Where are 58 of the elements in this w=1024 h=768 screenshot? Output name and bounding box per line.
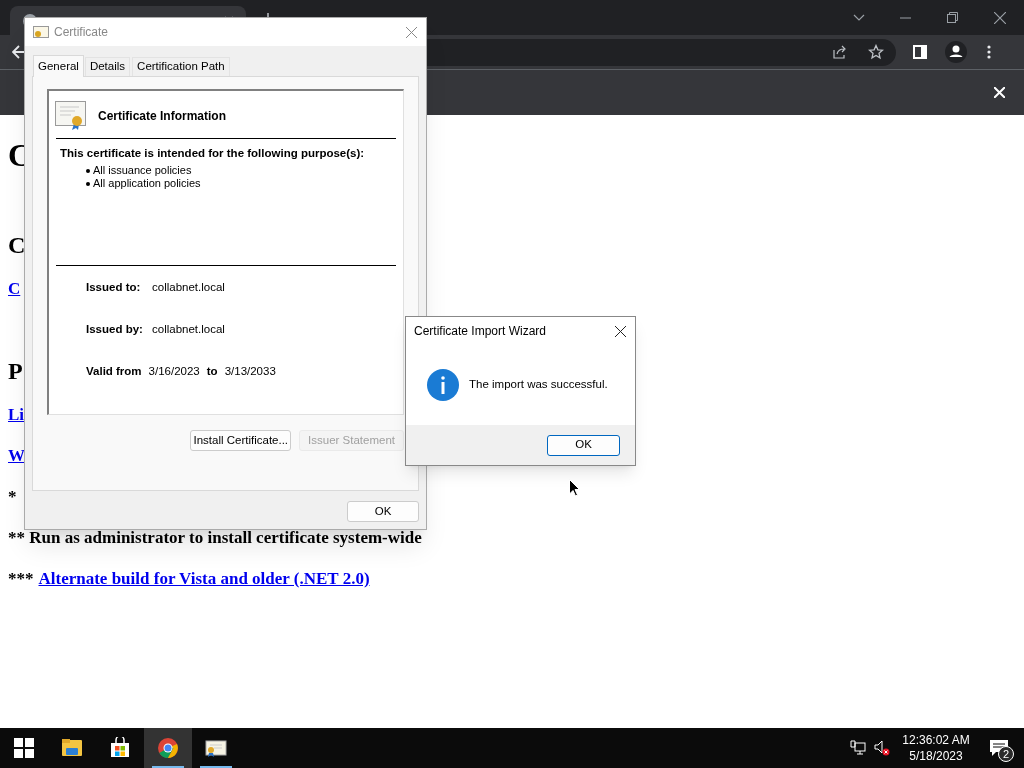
tab[interactable]: General: [33, 55, 84, 77]
close-icon[interactable]: [994, 11, 1006, 24]
message-text: The import was successful.: [469, 377, 608, 393]
tab[interactable]: Details: [84, 57, 131, 76]
network-icon[interactable]: [850, 740, 866, 756]
purpose-item: All application policies: [93, 177, 201, 191]
certificate-icon[interactable]: [205, 737, 227, 759]
bullet-icon: [86, 181, 90, 186]
certificate-icon: [33, 25, 49, 39]
ok-button[interactable]: OK: [547, 434, 620, 456]
window-title: Certificate Import Wizard: [414, 323, 548, 340]
star-icon[interactable]: [868, 44, 884, 60]
tab[interactable]: Certification Path: [132, 57, 230, 76]
chrome-icon[interactable]: [157, 737, 179, 759]
purpose-item: All issuance policies: [93, 164, 192, 178]
restore-icon[interactable]: [947, 12, 958, 23]
back-arrow-icon[interactable]: [12, 45, 26, 59]
folder-icon[interactable]: [61, 737, 83, 759]
page-heading: P: [8, 357, 23, 385]
windows-start-icon[interactable]: [14, 738, 34, 758]
field-label: Issued by:: [86, 321, 144, 337]
field-value: 3/16/2023: [148, 363, 200, 379]
date-text: 5/18/2023: [909, 748, 963, 764]
page-link[interactable]: Li: [8, 404, 25, 426]
menu-icon[interactable]: [987, 45, 991, 59]
close-icon[interactable]: [615, 325, 626, 337]
side-panel-icon[interactable]: [913, 45, 927, 59]
info-icon: [427, 369, 459, 401]
page-link[interactable]: W: [8, 445, 25, 467]
notification-badge: 2: [998, 746, 1014, 762]
field-value: collabnet.local: [152, 279, 225, 295]
page-heading: C: [8, 231, 26, 259]
note-text: *: [8, 486, 17, 508]
mouse-cursor-icon: [569, 479, 580, 497]
dialog-button[interactable]: Install Certificate...: [190, 430, 292, 451]
field-label: to: [206, 363, 218, 379]
note-text: ** Run as administrator to install certificate system-wide: [8, 527, 422, 549]
window-title: Certificate: [54, 24, 110, 41]
ok-button[interactable]: OK: [347, 501, 419, 522]
muted-speaker-icon[interactable]: [874, 740, 890, 756]
share-icon[interactable]: [832, 44, 848, 60]
profile-icon[interactable]: [945, 41, 967, 63]
time-text: 12:36:02 AM: [902, 732, 970, 748]
page-link[interactable]: Alternate build for Vista and older (.NET 2.0): [38, 568, 370, 590]
bullet-icon: [86, 168, 90, 173]
minimize-icon[interactable]: [900, 16, 911, 19]
field-label: Valid from: [86, 363, 142, 379]
store-icon[interactable]: [109, 737, 131, 759]
clock[interactable]: 12:36:02 AM 5/18/2023: [898, 732, 974, 764]
purpose-text: This certificate is intended for the following purpose(s):: [60, 146, 366, 161]
note-marker: ***: [8, 568, 34, 590]
field-label: Issued to:: [86, 279, 142, 295]
section-heading: Certificate Information: [98, 108, 226, 125]
field-value: collabnet.local: [152, 321, 225, 337]
tab-search-icon[interactable]: [853, 13, 865, 22]
field-value: 3/13/2033: [224, 363, 276, 379]
certificate-icon: [55, 101, 87, 131]
page-link[interactable]: C: [8, 278, 21, 300]
